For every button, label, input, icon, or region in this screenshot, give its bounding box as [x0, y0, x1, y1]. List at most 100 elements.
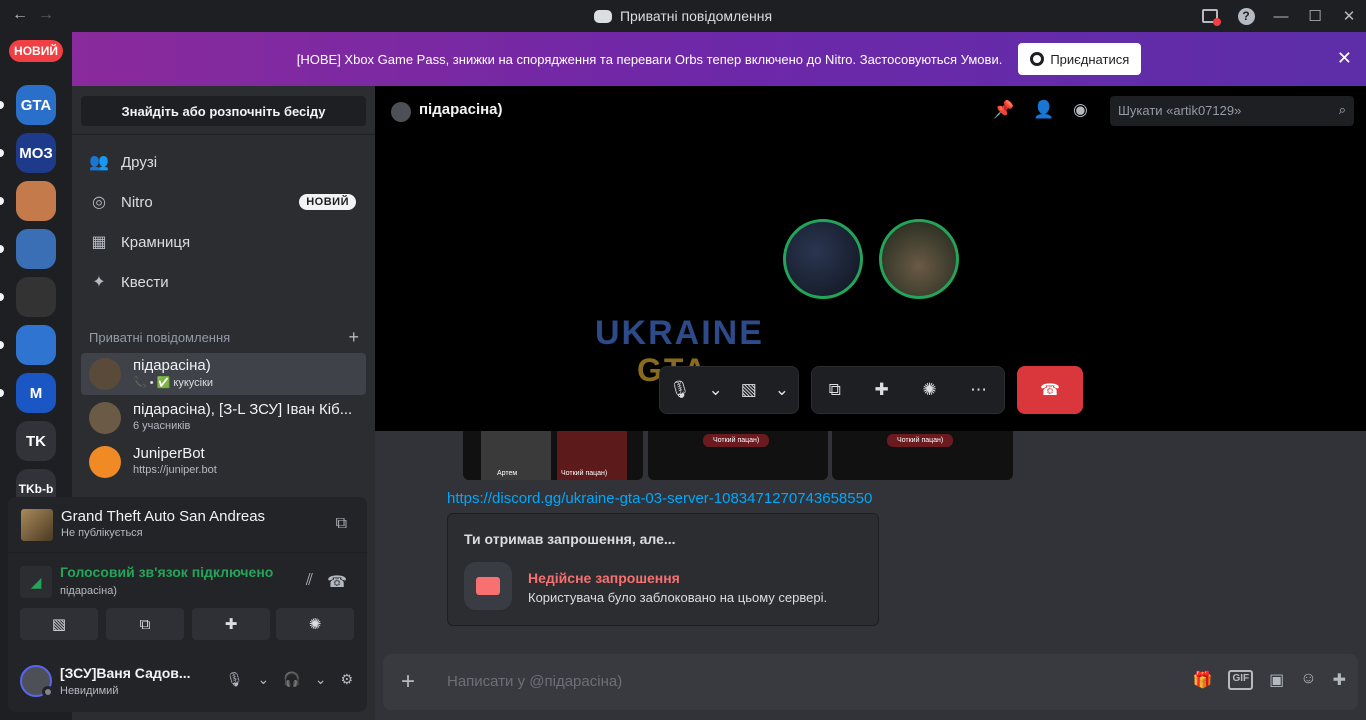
participant-tile[interactable] — [879, 219, 959, 299]
headphones-icon[interactable]: 🎧 — [283, 671, 300, 688]
chevron-down-icon[interactable]: ⌄ — [315, 671, 327, 688]
activities-icon[interactable]: ✚ — [875, 380, 889, 400]
nav-nitro[interactable]: ◎ Nitro НОВИЙ — [81, 184, 366, 220]
share-screen-icon[interactable]: ⧉ — [336, 515, 347, 533]
main-chat: підарасіна) 📌 👤 ◉ Шукати «artik07129» ⌕ … — [375, 86, 1366, 720]
microphone-icon[interactable]: 🎙 — [669, 380, 691, 400]
search-placeholder: Шукати «artik07129» — [1118, 103, 1242, 118]
nav-friends[interactable]: 👥 Друзі — [81, 144, 366, 180]
help-button[interactable]: ? — [1228, 0, 1264, 32]
gif-icon[interactable]: GIF — [1228, 670, 1254, 690]
noise-suppression-icon[interactable]: ⫽ — [306, 572, 313, 590]
composer-tools: 🎁 GIF ▣ ☺ ✚ — [1193, 670, 1346, 690]
chevron-down-icon[interactable]: ⌄ — [709, 380, 723, 400]
create-dm-icon[interactable]: + — [348, 327, 359, 348]
close-window-button[interactable]: ✕ — [1332, 0, 1366, 32]
join-nitro-label: Приєднатися — [1050, 51, 1130, 67]
quests-icon: ✦ — [92, 274, 106, 291]
activities-button[interactable]: ✚ — [192, 608, 270, 640]
nav-quests[interactable]: ✦ Квести — [81, 264, 366, 300]
image-attachment[interactable]: Чоткий пацан) — [648, 431, 828, 480]
new-unreads-pill[interactable]: НОВИЙ — [9, 40, 63, 62]
search-icon: ⌕ — [1338, 102, 1346, 117]
invisible-status-icon — [42, 686, 54, 698]
pin-icon[interactable]: 📌 — [993, 100, 1014, 120]
server-icon[interactable]: M — [16, 373, 56, 413]
nav-quests-label: Квести — [121, 273, 169, 291]
screen-share-button[interactable]: ⧉ — [106, 608, 184, 640]
close-banner-icon[interactable]: ✕ — [1337, 48, 1352, 69]
inbox-button[interactable] — [1192, 0, 1228, 32]
invite-description: Користувача було заблоковано на цьому се… — [528, 590, 828, 605]
search-input[interactable]: Шукати «artik07129» ⌕ — [1110, 96, 1354, 126]
chevron-down-icon[interactable]: ⌄ — [775, 380, 789, 400]
find-conversation-button[interactable]: Знайдіть або розпочніть бесіду — [81, 96, 366, 126]
minimize-button[interactable]: — — [1264, 0, 1298, 32]
emoji-icon[interactable]: ☺ — [1300, 670, 1316, 690]
attach-plus-icon[interactable]: + — [401, 668, 415, 696]
dm-item[interactable]: JuniperBot https://juniper.bot — [81, 441, 366, 483]
participant-tile[interactable] — [783, 219, 863, 299]
game-status: Не публікується — [61, 527, 143, 539]
maximize-button[interactable]: ☐ — [1298, 0, 1332, 32]
gift-icon[interactable]: 🎁 — [1193, 670, 1213, 690]
image-attachment[interactable]: Артем Чоткий пацан) — [463, 431, 643, 480]
server-icon[interactable] — [16, 229, 56, 269]
invite-icon-box — [464, 562, 512, 610]
discord-logo-icon — [593, 10, 612, 23]
dm-item[interactable]: підарасіна) 📞 • ✅ кукусіки — [81, 353, 366, 395]
avatar — [89, 446, 121, 478]
channel-header: підарасіна) 📌 👤 ◉ Шукати «artik07129» ⌕ — [375, 86, 1366, 134]
dm-status: 📞 • ✅ кукусіки — [133, 377, 214, 389]
dm-item[interactable]: підарасіна), [З-L ЗСУ] Іван Кіб... 6 уча… — [81, 397, 366, 439]
join-nitro-button[interactable]: Приєднатися — [1018, 43, 1142, 75]
invite-link[interactable]: https://discord.gg/ukraine-gta-03-server… — [447, 490, 872, 507]
message-composer: + Написати у @підарасіна) 🎁 GIF ▣ ☺ ✚ — [383, 654, 1358, 710]
shop-icon: ▦ — [91, 234, 107, 251]
soundboard-button[interactable]: ✺ — [276, 608, 354, 640]
message-input[interactable]: Написати у @підарасіна) — [447, 673, 622, 690]
channel-name: підарасіна) — [419, 101, 503, 118]
call-area: підарасіна) 📌 👤 ◉ Шукати «artik07129» ⌕ … — [375, 86, 1366, 431]
unread-pip — [0, 341, 4, 349]
server-icon[interactable]: TK — [16, 421, 56, 461]
nav-shop-label: Крамниця — [121, 233, 191, 251]
mic-camera-controls: 🎙 ⌄ ▧ ⌄ — [659, 366, 799, 414]
nav-nitro-label: Nitro — [121, 193, 153, 211]
disconnect-icon[interactable]: ☎ — [327, 572, 347, 592]
hang-up-icon: ☎ — [1040, 382, 1060, 399]
image-attachment[interactable]: Чоткий пацан) — [832, 431, 1013, 480]
soundboard-icon[interactable]: ✺ — [922, 380, 936, 400]
microphone-icon[interactable]: 🎙 — [226, 671, 244, 688]
server-icon[interactable]: МОЗ — [16, 133, 56, 173]
new-badge: НОВИЙ — [299, 194, 356, 210]
signal-icon[interactable]: ◢ — [20, 566, 52, 598]
server-icon[interactable] — [16, 325, 56, 365]
title-bar: ← → Приватні повідомлення ? — ☐ ✕ — [0, 0, 1366, 32]
end-call-button[interactable]: ☎ — [1017, 366, 1083, 414]
sticker-icon[interactable]: ▣ — [1269, 670, 1284, 690]
more-icon[interactable]: ⋯ — [970, 380, 987, 400]
invite-title: Недійсне запрошення — [528, 570, 680, 586]
server-icon[interactable]: GTA — [16, 85, 56, 125]
camera-off-icon[interactable]: ▧ — [741, 380, 757, 400]
add-friends-icon[interactable]: 👤 — [1033, 100, 1054, 120]
user-profile-icon[interactable]: ◉ — [1073, 100, 1088, 120]
banner-text: [НОВЕ] Xbox Game Pass, знижки на спорядж… — [296, 51, 1003, 67]
voice-connected-label[interactable]: Голосовий зв'язок підключено — [60, 564, 273, 580]
user-name[interactable]: [ЗСУ]Ваня Садов... — [60, 665, 191, 681]
window-title: Приватні повідомлення — [0, 8, 1366, 24]
camera-button[interactable]: ▧ — [20, 608, 98, 640]
screen-share-icon[interactable]: ⧉ — [829, 380, 841, 400]
apps-icon[interactable]: ✚ — [1333, 670, 1346, 690]
invite-header: Ти отримав запрошення, але... — [464, 531, 676, 547]
server-icon[interactable] — [16, 277, 56, 317]
unread-pip — [0, 101, 4, 109]
help-icon: ? — [1237, 7, 1255, 25]
settings-gear-icon[interactable]: ⚙ — [340, 671, 353, 688]
nav-shop[interactable]: ▦ Крамниця — [81, 224, 366, 260]
server-icon[interactable] — [16, 181, 56, 221]
chevron-down-icon[interactable]: ⌄ — [258, 671, 270, 688]
thumb-name: Артем — [497, 470, 518, 477]
unread-pip — [0, 389, 4, 397]
